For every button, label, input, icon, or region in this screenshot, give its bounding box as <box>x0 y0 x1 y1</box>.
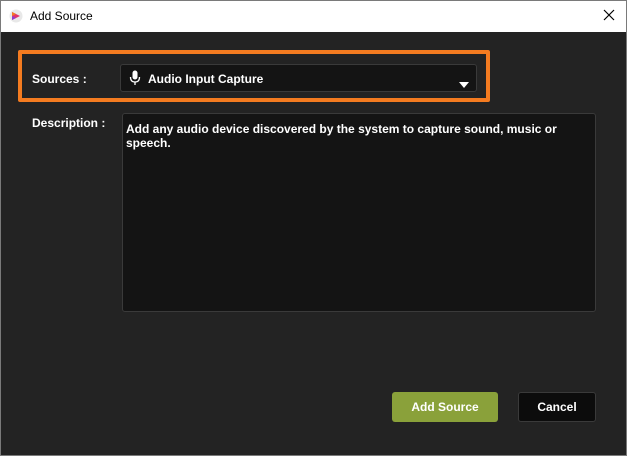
dialog-content: Sources : Audio Input Capture Descriptio… <box>1 32 626 455</box>
sources-label: Sources : <box>32 72 87 86</box>
sources-dropdown[interactable]: Audio Input Capture <box>120 64 477 92</box>
add-source-button[interactable]: Add Source <box>392 392 498 422</box>
title-bar: Add Source <box>1 1 626 32</box>
window-title: Add Source <box>30 9 93 23</box>
description-label: Description : <box>32 116 106 130</box>
cancel-button[interactable]: Cancel <box>518 392 596 422</box>
close-icon <box>603 8 615 26</box>
description-textbox: Add any audio device discovered by the s… <box>122 113 596 312</box>
sources-dropdown-value: Audio Input Capture <box>148 72 264 86</box>
add-source-dialog: Add Source Sources : Audio Input Capture <box>0 0 627 456</box>
close-button[interactable] <box>592 1 626 32</box>
app-logo-icon <box>9 9 23 23</box>
chevron-down-icon <box>459 75 469 88</box>
microphone-icon <box>129 70 141 86</box>
